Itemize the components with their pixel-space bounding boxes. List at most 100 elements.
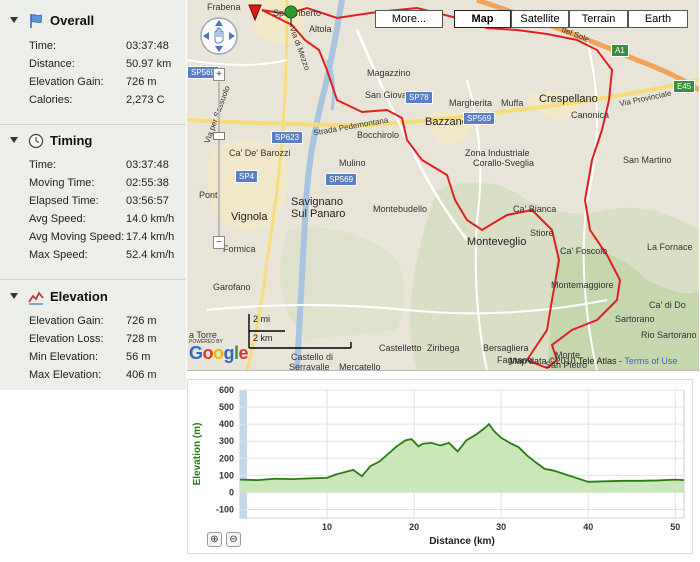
stat-row-elapsed-time: Elapsed Time: 03:56:57 xyxy=(29,195,169,207)
map-label: Altola xyxy=(309,24,332,34)
map-label: Serravalle xyxy=(289,362,330,371)
map-label: Ziribega xyxy=(427,343,460,353)
timing-section-header[interactable]: Timing xyxy=(0,129,186,151)
chart-zoom-out-icon[interactable]: ⊖ xyxy=(226,532,241,547)
timing-title: Timing xyxy=(50,133,93,148)
map-copyright: Map data ©2010 Tele Atlas - Terms of Use xyxy=(509,356,678,366)
overall-section-header[interactable]: Overall xyxy=(0,9,186,31)
stat-row-min-elevation: Min Elevation: 56 m xyxy=(29,351,151,363)
zoom-out-button[interactable]: − xyxy=(213,236,225,249)
map-label: Ca' Bianca xyxy=(513,204,557,214)
divider xyxy=(0,279,186,280)
map-label: Crespellano xyxy=(539,93,598,105)
stat-row-time: Time: 03:37:48 xyxy=(29,40,169,52)
y-tick-label: -100 xyxy=(216,504,234,514)
map-label: Mercatello xyxy=(339,362,381,371)
map-label: Canonica xyxy=(571,110,610,120)
stat-row-time: Time: 03:37:48 xyxy=(29,159,169,171)
map-label: Sartorano xyxy=(615,314,655,324)
map-label: La Fornace xyxy=(647,242,693,252)
elevation-chart-svg: -100 0 100 200 300 400 500 600 10 20 30 40 50 Distanc… xyxy=(192,385,685,547)
pan-control-icon[interactable] xyxy=(199,16,239,56)
stat-row-elevation-loss: Elevation Loss: 728 m xyxy=(29,333,157,345)
y-tick-label: 100 xyxy=(219,470,234,480)
stat-row-calories: Calories: 2,273 C xyxy=(29,94,165,106)
google-logo[interactable]: Google xyxy=(189,343,249,364)
elevation-title: Elevation xyxy=(50,289,108,304)
map-label: Ca' Foscolo xyxy=(560,246,608,256)
map-label: Montebudello xyxy=(373,204,428,214)
road-shield: SP78 xyxy=(405,91,433,104)
road-shield: SP569 xyxy=(463,112,496,125)
plot-range-strip xyxy=(240,390,247,518)
stat-row-elevation-gain: Elevation Gain: 726 m xyxy=(29,76,157,88)
y-tick-label: 300 xyxy=(219,436,234,446)
zoom-slider-track[interactable] xyxy=(218,82,220,236)
road-shield: E45 xyxy=(673,80,696,93)
zoom-in-button[interactable]: + xyxy=(213,68,225,81)
zoom-slider-handle[interactable] xyxy=(213,132,225,140)
road-shield: SP623 xyxy=(271,131,304,144)
map-label: Ca' di Do xyxy=(649,300,686,310)
road-shield: A1 xyxy=(611,44,629,57)
map-type-map-button[interactable]: Map xyxy=(454,10,511,28)
x-tick-label: 10 xyxy=(322,522,332,532)
map-label: Bersagliera xyxy=(483,343,529,353)
collapse-caret-icon[interactable] xyxy=(10,137,18,143)
map-label: Corallo-Sveglia xyxy=(473,158,535,168)
map-label: Savignano xyxy=(291,196,343,208)
x-tick-label: 50 xyxy=(670,522,680,532)
map-label: Muffa xyxy=(501,98,524,108)
map-label: Ca' De' Barozzi xyxy=(229,148,291,158)
elevation-chart: -100 0 100 200 300 400 500 600 10 20 30 40 50 Distanc… xyxy=(187,379,693,554)
stat-row-moving-time: Moving Time: 02:55:38 xyxy=(29,177,169,189)
y-tick-label: 600 xyxy=(219,385,234,395)
zoom-slider[interactable]: + − xyxy=(213,68,225,250)
stat-row-avg-speed: Avg Speed: 14.0 km/h xyxy=(29,213,175,225)
more-button[interactable]: More... xyxy=(375,10,443,28)
map-label: Rio Sartorano xyxy=(641,330,697,340)
overall-title: Overall xyxy=(50,13,95,28)
end-marker-icon[interactable] xyxy=(248,4,262,22)
x-tick-label: 20 xyxy=(409,522,419,532)
y-tick-label: 200 xyxy=(219,453,234,463)
collapse-caret-icon[interactable] xyxy=(10,293,18,299)
stat-row-elevation-gain: Elevation Gain: 726 m xyxy=(29,315,157,327)
collapse-caret-icon[interactable] xyxy=(10,17,18,23)
map-type-satellite-button[interactable]: Satellite xyxy=(511,10,569,28)
map-label: Mulino xyxy=(339,158,366,168)
terms-of-use-link[interactable]: Terms of Use xyxy=(624,356,677,366)
scale-miles: 2 mi xyxy=(253,314,271,324)
map-type-earth-button[interactable]: Earth xyxy=(628,10,688,28)
map-type-terrain-button[interactable]: Terrain xyxy=(569,10,628,28)
route-map[interactable]: Frabena Spilamberto Altola Magazzino San… xyxy=(187,0,699,371)
divider xyxy=(0,124,186,125)
stat-row-max-speed: Max Speed: 52.4 km/h xyxy=(29,249,175,261)
y-tick-label: 0 xyxy=(229,487,234,497)
map-label: Frabena xyxy=(207,2,241,12)
chart-zoom-in-icon[interactable]: ⊕ xyxy=(207,532,222,547)
map-label: Zona Industriale xyxy=(465,148,530,158)
map-label: Stiore xyxy=(530,228,554,238)
start-marker-icon[interactable] xyxy=(283,4,299,28)
stats-sidebar: Overall Time: 03:37:48 Distance: 50.97 k… xyxy=(0,0,186,390)
scale-bar: 2 mi 2 km xyxy=(247,314,357,354)
map-label: Vignola xyxy=(231,211,268,223)
elevation-section-header[interactable]: Elevation xyxy=(0,285,186,307)
stat-row-avg-moving-speed: Avg Moving Speed: 17.4 km/h xyxy=(29,231,175,243)
map-label: Margherita xyxy=(449,98,493,108)
map-label: Magazzino xyxy=(367,68,411,78)
stat-row-distance: Distance: 50.97 km xyxy=(29,58,172,70)
map-label: Montemaggiore xyxy=(551,280,614,290)
map-label: Bocchirolo xyxy=(357,130,400,140)
road-shield: SP4 xyxy=(235,170,259,183)
scale-km: 2 km xyxy=(253,333,273,343)
x-tick-label: 30 xyxy=(496,522,506,532)
y-axis-label: Elevation (m) xyxy=(192,423,203,486)
map-label: Bazzano xyxy=(425,116,468,128)
map-label: Castelletto xyxy=(379,343,422,353)
map-label: Garofano xyxy=(213,282,251,292)
map-label: San Martino xyxy=(623,155,672,165)
y-tick-label: 500 xyxy=(219,402,234,412)
flag-icon xyxy=(30,14,42,28)
